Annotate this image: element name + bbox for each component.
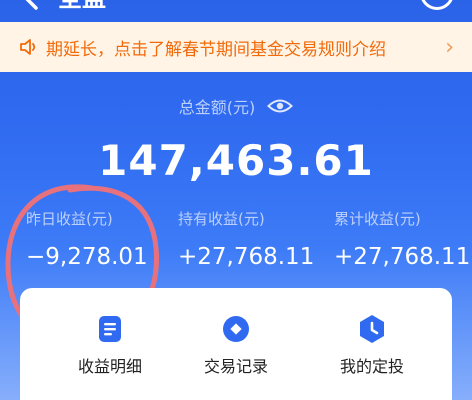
notice-text: 期延长，点击了解春节期间基金交易规则介绍	[46, 39, 386, 60]
quick-actions-panel: 收益明细 交易记录 我的定投	[20, 288, 452, 400]
eye-icon[interactable]	[267, 97, 294, 115]
total-label-row: 总金额(元)	[0, 92, 472, 120]
page-title: 全盈	[58, 0, 106, 12]
stat-holding-earnings: 持有收益(元) +27,768.11	[178, 208, 314, 274]
document-icon	[99, 316, 121, 342]
chevron-left-icon[interactable]	[18, 0, 46, 12]
help-icon[interactable]	[420, 0, 454, 10]
total-amount-label: 总金额(元)	[178, 98, 256, 117]
stat-cumulative-earnings: 累计收益(元) +27,768.11	[334, 208, 470, 274]
action-earnings-detail[interactable]: 收益明细	[50, 314, 170, 378]
stat-yesterday-earnings: 昨日收益(元) −9,278.01	[26, 208, 148, 274]
clock-icon	[360, 315, 384, 343]
stat-value: +27,768.11	[178, 244, 315, 270]
action-label: 交易记录	[203, 357, 268, 376]
top-nav-bar: 全盈	[0, 0, 472, 12]
stat-label: 昨日收益(元)	[26, 210, 113, 228]
action-my-auto-invest[interactable]: 我的定投	[312, 314, 432, 378]
chevron-right-icon: ›	[445, 34, 454, 60]
total-amount-value: 147,463.61	[98, 136, 374, 185]
action-transaction-records[interactable]: 交易记录	[176, 314, 296, 378]
action-label: 收益明细	[77, 357, 142, 376]
fund-detail-screen: 全盈 期延长，点击了解春节期间基金交易规则介绍 › 总金额(元) 147,463…	[0, 0, 472, 400]
speaker-icon	[20, 39, 36, 55]
notice-banner[interactable]: 期延长，点击了解春节期间基金交易规则介绍 ›	[0, 22, 472, 72]
stat-label: 持有收益(元)	[178, 210, 265, 228]
action-label: 我的定投	[339, 357, 404, 376]
earnings-stats: 昨日收益(元) −9,278.01 持有收益(元) +27,768.11 累计收…	[0, 208, 472, 278]
record-icon	[223, 316, 249, 342]
stat-value: +27,768.11	[334, 244, 471, 270]
stat-label: 累计收益(元)	[334, 210, 421, 228]
stat-value: −9,278.01	[26, 244, 148, 270]
